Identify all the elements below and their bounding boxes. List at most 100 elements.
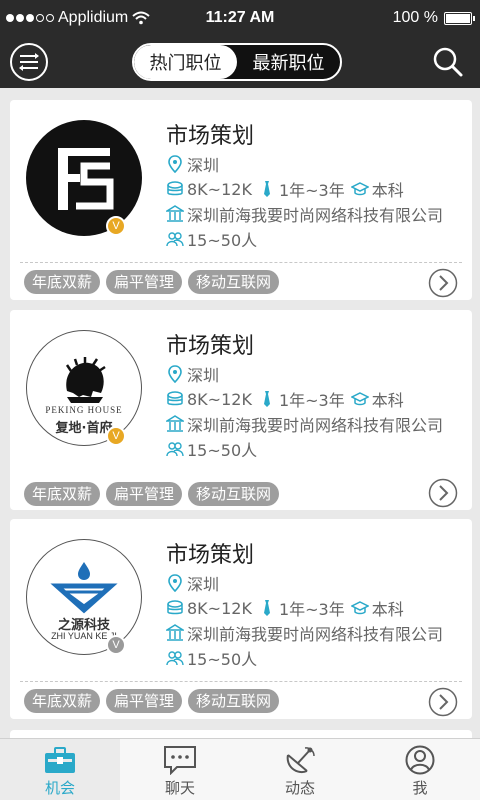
verified-badge: V xyxy=(106,635,126,655)
location-row: 深圳 xyxy=(166,571,219,595)
job-city: 深圳 xyxy=(187,575,220,594)
company-name: 深圳前海我要时尚网络科技有限公司 xyxy=(187,206,444,225)
people-icon xyxy=(166,232,184,247)
tab-chat[interactable]: 聊天 xyxy=(120,739,240,800)
filter-menu-button[interactable] xyxy=(10,43,48,81)
job-education: 本科 xyxy=(371,391,404,410)
search-icon[interactable] xyxy=(432,46,464,78)
company-size-row: 15~50人 xyxy=(166,437,257,461)
people-icon xyxy=(166,651,184,666)
company-row: 深圳前海我要时尚网络科技有限公司 xyxy=(166,621,443,645)
tie-icon xyxy=(263,391,270,407)
job-city: 深圳 xyxy=(187,366,220,385)
job-card[interactable]: PEKING HOUSE 复地·首府 V 市场策划 深圳 8K~12K 1年~3… xyxy=(10,310,472,510)
tab-label: 动态 xyxy=(284,779,315,797)
money-icon xyxy=(167,391,183,406)
briefcase-icon xyxy=(45,747,75,773)
job-title: 市场策划 xyxy=(166,124,255,149)
benefit-tag: 移动互联网 xyxy=(188,482,280,506)
job-city: 深圳 xyxy=(187,156,220,175)
company-size-row: 15~50人 xyxy=(166,227,257,251)
people-icon xyxy=(166,442,184,457)
verified-badge: V xyxy=(106,216,126,236)
fs-logo-icon xyxy=(58,148,114,210)
job-salary: 8K~12K xyxy=(187,179,252,199)
benefit-tag: 年底双薪 xyxy=(24,689,101,713)
job-experience: 1年~3年 xyxy=(278,391,345,410)
tab-opportunities[interactable]: 机会 xyxy=(0,739,120,800)
tab-label: 聊天 xyxy=(164,779,195,797)
job-salary: 8K~12K xyxy=(187,389,252,409)
requirements-row: 8K~12K 1年~3年 本科 xyxy=(166,596,404,620)
benefit-tag: 年底双薪 xyxy=(24,270,101,294)
company-logo xyxy=(26,120,142,236)
company-logo: 之源科技 ZHI YUAN KE JI xyxy=(26,539,142,655)
job-card[interactable]: V 市场策划 深圳 8K~12K 1年~3年 本科 深圳前海我要时尚网络科技有限… xyxy=(10,100,472,300)
job-experience: 1年~3年 xyxy=(278,181,345,200)
location-row: 深圳 xyxy=(166,152,219,176)
job-list: V 市场策划 深圳 8K~12K 1年~3年 本科 深圳前海我要时尚网络科技有限… xyxy=(0,88,480,738)
tab-hot-jobs[interactable]: 热门职位 xyxy=(134,45,237,79)
benefit-tag: 年底双薪 xyxy=(24,482,101,506)
location-row: 深圳 xyxy=(166,362,219,386)
tab-profile[interactable]: 我 xyxy=(360,739,480,800)
location-pin-icon xyxy=(168,155,182,173)
navigation-bar: 热门职位 最新职位 xyxy=(0,36,480,88)
user-icon xyxy=(405,745,435,775)
tie-icon xyxy=(263,181,270,197)
company-name: 深圳前海我要时尚网络科技有限公司 xyxy=(187,625,444,644)
divider xyxy=(20,681,462,682)
radar-icon xyxy=(286,747,315,774)
battery-icon xyxy=(444,11,475,25)
graduation-cap-icon xyxy=(350,392,369,406)
building-icon xyxy=(166,415,184,432)
company-name: 深圳前海我要时尚网络科技有限公司 xyxy=(187,416,444,435)
job-experience: 1年~3年 xyxy=(278,600,345,619)
tag-list: 年底双薪 扁平管理 移动互联网 xyxy=(24,689,280,713)
company-logo: PEKING HOUSE 复地·首府 xyxy=(26,330,142,446)
tab-label: 我 xyxy=(412,779,428,797)
company-size: 15~50人 xyxy=(187,650,258,669)
location-pin-icon xyxy=(168,365,182,383)
tab-bar: 机会 聊天 动态 我 xyxy=(0,738,480,800)
benefit-tag: 移动互联网 xyxy=(188,270,280,294)
job-education: 本科 xyxy=(371,600,404,619)
requirements-row: 8K~12K 1年~3年 本科 xyxy=(166,387,404,411)
chevron-right-icon[interactable] xyxy=(428,687,458,717)
tag-list: 年底双薪 扁平管理 移动互联网 xyxy=(24,270,280,294)
company-row: 深圳前海我要时尚网络科技有限公司 xyxy=(166,202,443,226)
building-icon xyxy=(166,624,184,641)
graduation-cap-icon xyxy=(350,601,369,615)
benefit-tag: 扁平管理 xyxy=(106,270,183,294)
money-icon xyxy=(167,600,183,615)
logo-brand-english: PEKING HOUSE xyxy=(45,405,123,415)
company-size: 15~50人 xyxy=(187,441,258,460)
job-title: 市场策划 xyxy=(166,543,255,568)
battery-percentage: 100 % xyxy=(392,9,438,26)
verified-badge: V xyxy=(106,426,126,446)
benefit-tag: 扁平管理 xyxy=(106,689,183,713)
job-education: 本科 xyxy=(371,181,404,200)
job-list-segmented-control: 热门职位 最新职位 xyxy=(132,43,342,81)
location-pin-icon xyxy=(168,574,182,592)
graduation-cap-icon xyxy=(350,182,369,196)
filter-icon xyxy=(19,53,39,71)
tab-label: 机会 xyxy=(44,779,75,797)
benefit-tag: 移动互联网 xyxy=(188,689,280,713)
status-bar: Applidium 11:27 AM 100 % xyxy=(0,0,480,36)
job-title: 市场策划 xyxy=(166,334,255,359)
job-card-partial[interactable] xyxy=(10,730,472,738)
building-icon xyxy=(166,205,184,222)
tie-icon xyxy=(263,600,270,616)
company-row: 深圳前海我要时尚网络科技有限公司 xyxy=(166,412,443,436)
divider xyxy=(20,262,462,263)
chat-bubble-icon xyxy=(164,746,196,775)
job-card[interactable]: 之源科技 ZHI YUAN KE JI V 市场策划 深圳 8K~12K 1年~… xyxy=(10,519,472,719)
tab-feed[interactable]: 动态 xyxy=(240,739,360,800)
benefit-tag: 扁平管理 xyxy=(106,482,183,506)
money-icon xyxy=(167,181,183,196)
tab-latest-jobs[interactable]: 最新职位 xyxy=(237,45,340,79)
chevron-right-icon[interactable] xyxy=(428,478,458,508)
chevron-right-icon[interactable] xyxy=(428,268,458,298)
company-size: 15~50人 xyxy=(187,231,258,250)
